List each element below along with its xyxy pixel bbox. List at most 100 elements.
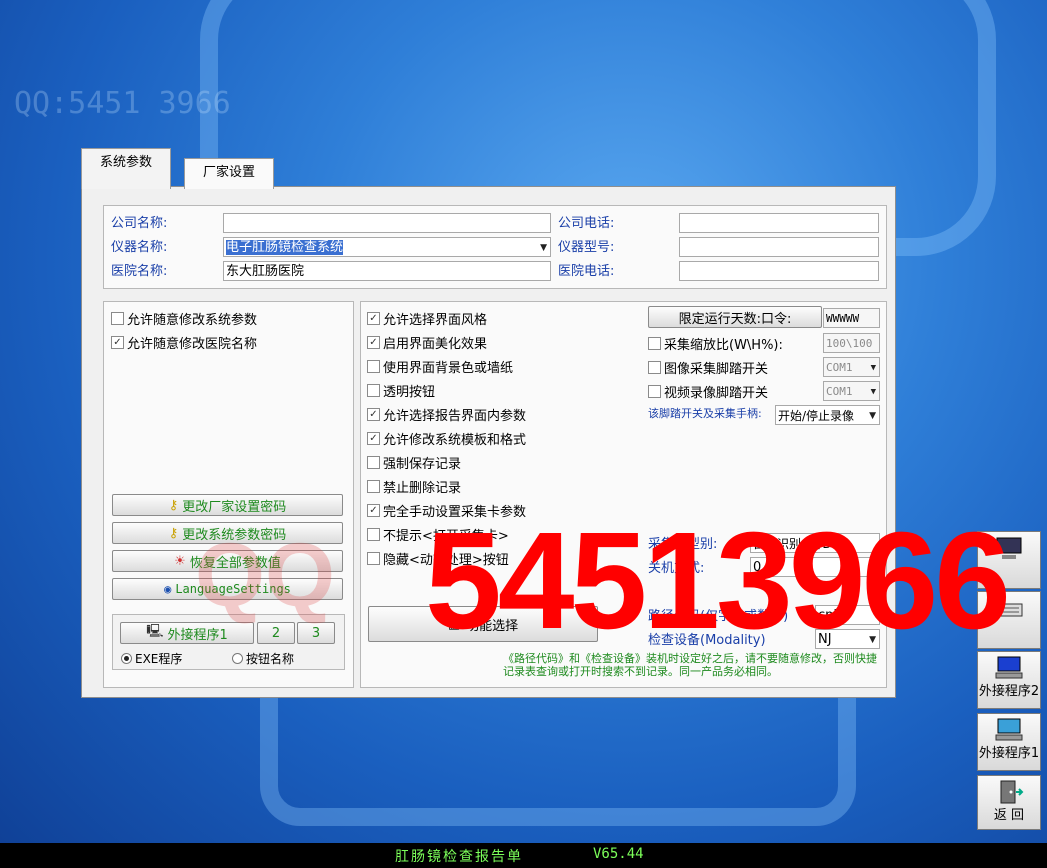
select-value: 开始/停止录像 [778,409,855,423]
checkbox-label: 图像采集脚踏开关 [664,362,769,377]
overlay-number: 54513966 [425,504,1011,658]
device-model-label: 仪器型号: [558,240,615,255]
checkbox-label: 视频录像脚踏开关 [664,386,769,401]
key-icon: ⚷ [168,525,179,541]
allow-edit-system-params-checkbox[interactable]: 允许随意修改系统参数 [111,309,257,328]
run-days-password-field[interactable]: WWWWW [823,308,880,328]
checkbox-box [648,337,661,350]
radio-label: 按钮名称 [246,652,295,666]
radio-button [232,653,243,664]
side-button-external-1[interactable]: 外接程序1 [977,713,1041,771]
hospital-name-label: 医院名称: [111,264,168,279]
checkbox-box: ✓ [367,336,380,349]
tab-label: 厂家设置 [202,165,255,180]
checkbox-label: 允许选择界面风格 [383,313,488,328]
checkbox-label: 采集缩放比(W\H%): [664,338,783,353]
side-button-return[interactable]: 返 回 [977,775,1041,830]
radio-button-name[interactable]: 按钮名称 [232,650,294,667]
hospital-phone-label: 医院电话: [558,264,615,279]
checkbox-box [367,528,380,541]
device-name-label: 仪器名称: [111,240,168,255]
status-title: 肛肠镜检查报告单 [395,849,523,865]
checkbox-label: 禁止删除记录 [383,481,462,496]
allow-edit-hospital-name-checkbox[interactable]: ✓ 允许随意修改医院名称 [111,333,257,352]
mid-check-2[interactable]: 使用界面背景色或墙纸 [367,357,513,376]
chevron-down-icon: ▼ [870,363,876,373]
company-phone-field[interactable] [679,213,879,233]
checkbox-box: ✓ [367,408,380,421]
company-name-label: 公司名称: [111,216,168,231]
device-model-field[interactable] [679,237,879,257]
checkbox-box [367,384,380,397]
video-pedal-checkbox[interactable]: 视频录像脚踏开关 [648,382,768,401]
exit-door-icon [1000,780,1024,804]
computer-icon: 🖳 [146,624,164,639]
checkbox-label: 使用界面背景色或墙纸 [383,361,514,376]
checkbox-label: 启用界面美化效果 [383,337,488,352]
change-factory-password-button[interactable]: ⚷ 更改厂家设置密码 [112,494,343,516]
tab-label: 系统参数 [99,155,152,170]
mid-check-1[interactable]: ✓ 启用界面美化效果 [367,333,487,352]
select-value: COM1 [826,361,853,374]
checkbox-label: 允许选择报告界面内参数 [383,409,527,424]
radio-button [121,653,132,664]
device-name-select[interactable]: 电子肛肠镜检查系统 ▼ [223,237,551,257]
side-button-external-2[interactable]: 外接程序2 [977,651,1041,709]
device-name-value: 电子肛肠镜检查系统 [226,240,344,255]
sun-icon: ☀ [174,553,186,569]
mid-check-6[interactable]: 强制保存记录 [367,453,461,472]
image-pedal-checkbox[interactable]: 图像采集脚踏开关 [648,358,768,377]
checkbox-label: 透明按钮 [383,385,436,400]
radio-label: EXE程序 [135,652,183,666]
company-name-field[interactable] [223,213,551,233]
background-qq-text: QQ:5451 3966 [14,86,231,121]
hospital-name-field[interactable]: 东大肛肠医院 [223,261,551,281]
scale-field[interactable]: 100\100 [823,333,880,353]
mid-check-4[interactable]: ✓ 允许选择报告界面内参数 [367,405,526,424]
image-pedal-port-select[interactable]: COM1 ▼ [823,357,880,377]
pedal-mode-select[interactable]: 开始/停止录像 ▼ [775,405,880,425]
checkbox-box: ✓ [367,504,380,517]
checkbox-label: 允许随意修改医院名称 [127,337,258,352]
side-button-label: 外接程序1 [978,746,1040,761]
checkbox-box [367,360,380,373]
checkbox-box [648,385,661,398]
side-button-label: 返 回 [993,808,1025,823]
checkbox-box [367,552,380,565]
mid-check-7[interactable]: 禁止删除记录 [367,477,461,496]
pedal-note: 该脚踏开关及采集手柄: [648,407,762,420]
run-days-button[interactable]: 限定运行天数:口令: [648,306,822,328]
checkbox-label: 强制保存记录 [383,457,462,472]
chevron-down-icon: ▼ [869,411,876,421]
chevron-down-icon: ▼ [870,387,876,397]
mid-check-5[interactable]: ✓ 允许修改系统模板和格式 [367,429,526,448]
checkbox-label: 允许随意修改系统参数 [127,313,258,328]
globe-icon: ◉ [164,582,172,596]
button-label: 更改厂家设置密码 [182,499,287,515]
video-pedal-port-select[interactable]: COM1 ▼ [823,381,880,401]
select-value: COM1 [826,385,853,398]
qq-logo-watermark: QQ [195,526,336,626]
checkbox-box [367,480,380,493]
mid-check-3[interactable]: 透明按钮 [367,381,435,400]
hospital-phone-field[interactable] [679,261,879,281]
checkbox-box: ✓ [367,432,380,445]
computer-icon [995,656,1023,679]
radio-exe-program[interactable]: EXE程序 [121,650,182,667]
key-icon: ⚷ [168,497,179,513]
company-phone-label: 公司电话: [558,216,615,231]
checkbox-box [648,361,661,374]
scale-checkbox[interactable]: 采集缩放比(W\H%): [648,334,783,353]
computer-icon [995,718,1023,741]
mid-check-0[interactable]: ✓ 允许选择界面风格 [367,309,487,328]
checkbox-box: ✓ [367,312,380,325]
button-label: 限定运行天数:口令: [678,311,792,327]
tab-factory-settings[interactable]: 厂家设置 [184,158,274,189]
checkbox-box: ✓ [111,336,124,349]
tab-system-params[interactable]: 系统参数 [81,148,171,189]
checkbox-label: 允许修改系统模板和格式 [383,433,527,448]
checkbox-box [111,312,124,325]
side-button-label: 外接程序2 [978,684,1040,699]
chevron-down-icon: ▼ [540,243,547,253]
status-bar: 肛肠镜检查报告单 V65.44 [0,843,1047,868]
